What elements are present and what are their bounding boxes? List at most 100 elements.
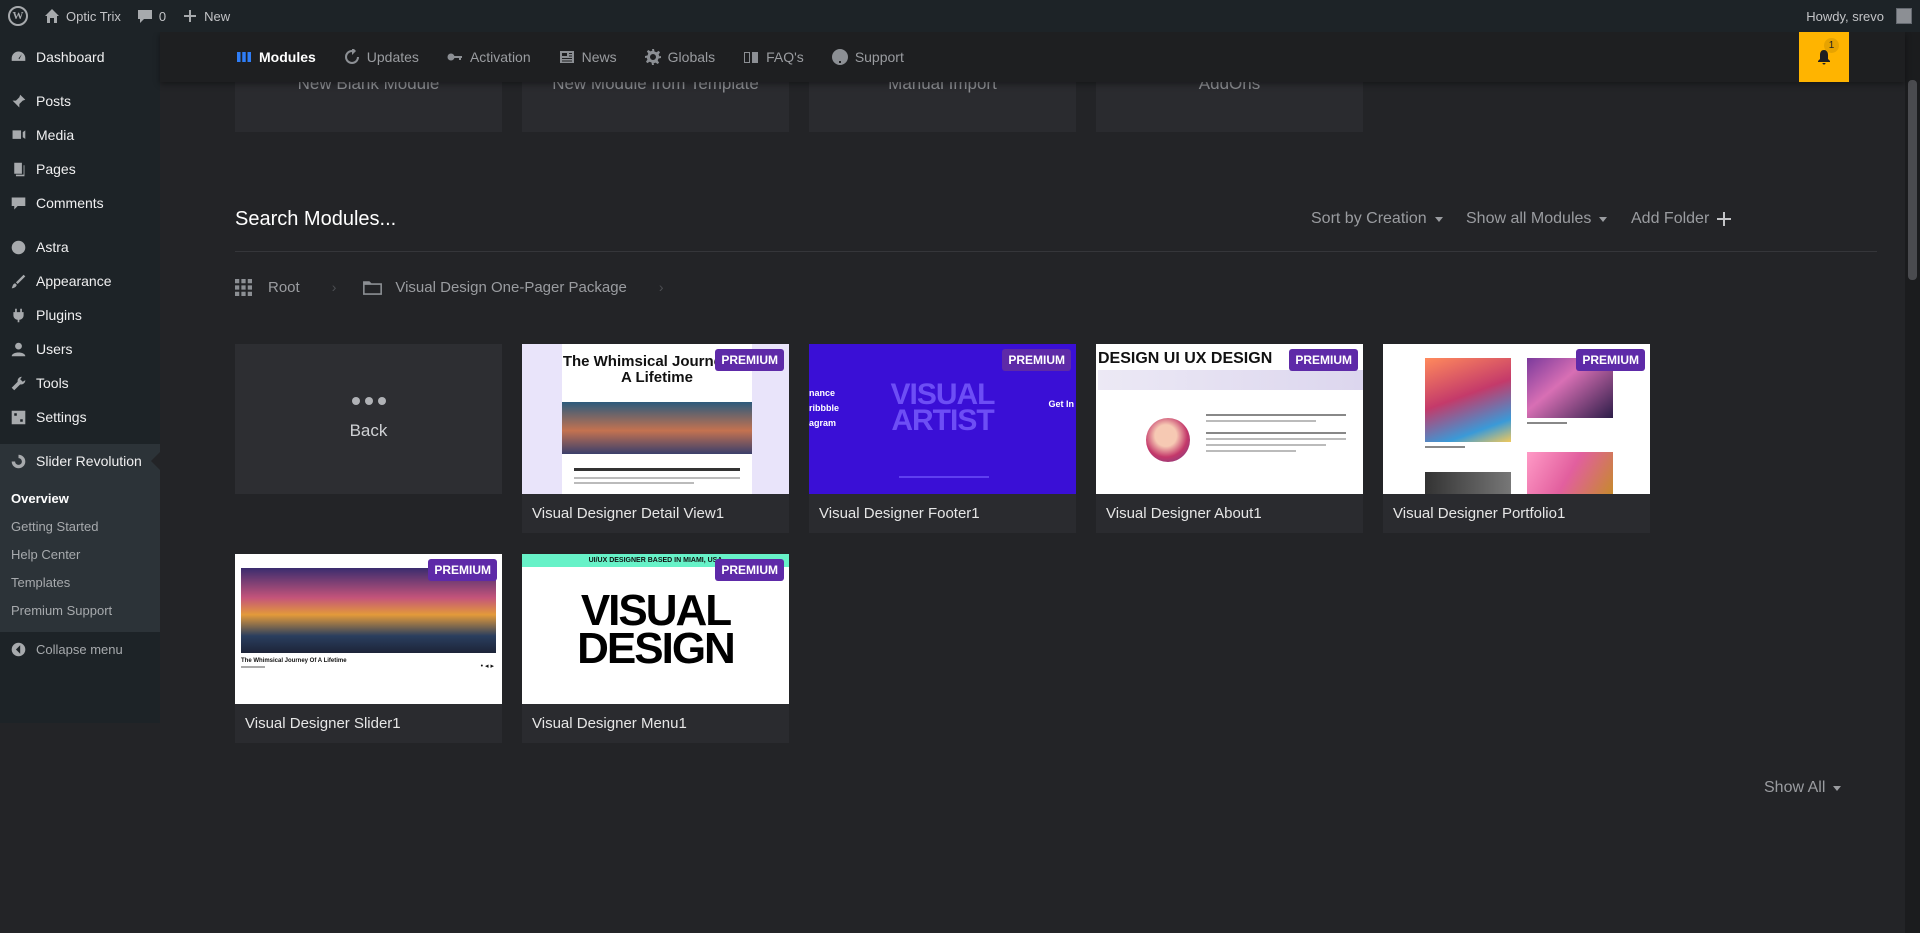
card-label: New Module from Template: [552, 82, 759, 93]
sort-label: Sort by Creation: [1311, 210, 1427, 227]
show-all-label: Show All: [1764, 779, 1826, 796]
refresh-icon: [344, 49, 359, 64]
site-name-link[interactable]: Optic Trix: [36, 0, 129, 32]
tab-activation[interactable]: Activation: [447, 49, 531, 65]
user-icon: [11, 342, 25, 356]
sidebar-item-tools[interactable]: Tools: [0, 366, 160, 400]
module-card[interactable]: PREMIUM Visual Designer Portfolio1: [1383, 344, 1650, 533]
new-blank-module-button[interactable]: New Blank Module: [235, 82, 502, 132]
sort-dropdown[interactable]: Sort by Creation: [1311, 210, 1443, 228]
submenu-templates[interactable]: Templates: [0, 568, 160, 596]
sidebar-item-label: Settings: [36, 409, 87, 425]
avatar: [1896, 8, 1912, 24]
sidebar-item-comments[interactable]: Comments: [0, 186, 160, 220]
submenu-overview[interactable]: Overview: [0, 484, 160, 512]
tab-modules[interactable]: Modules: [236, 49, 316, 65]
module-card[interactable]: UI/UX DESIGNER BASED IN MIAMI, USA VISUA…: [522, 554, 789, 743]
collapse-menu-button[interactable]: Collapse menu: [0, 632, 160, 666]
submenu-getting-started[interactable]: Getting Started: [0, 512, 160, 540]
sidebar-item-media[interactable]: Media: [0, 118, 160, 152]
module-search-bar: Search Modules... Sort by Creation Show …: [235, 204, 1877, 252]
plus-icon: [1717, 212, 1732, 226]
scrollbar-thumb[interactable]: [1908, 80, 1917, 280]
module-name: Visual Designer Menu1: [532, 715, 687, 732]
sidebar-item-label: Slider Revolution: [36, 453, 142, 469]
account-menu[interactable]: Howdy, srevo: [1798, 0, 1920, 32]
premium-badge: PREMIUM: [715, 559, 784, 581]
tab-globals[interactable]: Globals: [644, 49, 715, 65]
breadcrumb-folder[interactable]: Visual Design One-Pager Package: [395, 279, 627, 296]
module-thumbnail: UI/UX DESIGNER BASED IN MIAMI, USA VISUA…: [522, 554, 789, 704]
addons-button[interactable]: AddOns: [1096, 82, 1363, 132]
more-dots-icon: [351, 397, 386, 405]
comment-bubble-icon: [137, 10, 152, 23]
breadcrumb: Root › Visual Design One-Pager Package ›: [235, 272, 690, 302]
module-card[interactable]: nance ribbble agram Get In VISUAL ARTIST P…: [809, 344, 1076, 533]
comments-count: 0: [158, 8, 167, 24]
new-content-link[interactable]: New: [174, 0, 238, 32]
collapse-arrow-icon: [11, 642, 25, 656]
card-label: Manual Import: [888, 82, 997, 93]
premium-badge: PREMIUM: [1289, 349, 1358, 371]
submenu-premium-support[interactable]: Premium Support: [0, 596, 160, 624]
tab-faqs[interactable]: FAQ's: [743, 49, 804, 65]
thumb-title: DESIGN UI UX DESIGN: [1098, 350, 1273, 367]
new-label: New: [204, 8, 231, 24]
thumb-title: VISUAL ARTIST: [890, 378, 995, 437]
sidebar-item-astra[interactable]: Astra: [0, 230, 160, 264]
module-thumbnail: nance ribbble agram Get In VISUAL ARTIST P…: [809, 344, 1076, 494]
sidebar-item-label: Users: [36, 341, 73, 357]
add-folder-label: Add Folder: [1631, 210, 1710, 227]
module-card[interactable]: The Whimsical Journey Of A Lifetime PREM…: [522, 344, 789, 533]
admin-sidebar: Dashboard Posts Media Pages Comments Ast…: [0, 32, 160, 723]
search-modules-input[interactable]: Search Modules...: [235, 208, 396, 231]
show-all-dropdown[interactable]: Show All: [1764, 779, 1842, 797]
sidebar-item-dashboard[interactable]: Dashboard: [0, 40, 160, 74]
pages-icon: [13, 162, 24, 176]
module-card[interactable]: DESIGN UI UX DESIGN PREMIUM Visual Desig…: [1096, 344, 1363, 533]
breadcrumb-root[interactable]: Root: [268, 279, 300, 296]
tab-label: News: [581, 49, 617, 65]
help-circle-icon: [831, 49, 848, 65]
sidebar-item-label: Dashboard: [36, 49, 105, 65]
chevron-right-icon: ›: [658, 279, 664, 295]
tab-support[interactable]: Support: [831, 49, 904, 65]
plug-icon: [12, 308, 24, 322]
sidebar-item-settings[interactable]: Settings: [0, 400, 160, 434]
comments-link[interactable]: 0: [129, 0, 174, 32]
page-scrollbar[interactable]: [1905, 32, 1920, 933]
tab-news[interactable]: News: [559, 49, 617, 65]
main-content: New Blank Module New Module from Templat…: [160, 82, 1905, 933]
back-button[interactable]: Back: [235, 344, 502, 494]
notifications-button[interactable]: 1: [1799, 32, 1849, 82]
brush-icon: [11, 274, 25, 288]
add-folder-button[interactable]: Add Folder: [1631, 210, 1732, 228]
tab-updates[interactable]: Updates: [344, 49, 419, 65]
sidebar-item-slider-revolution[interactable]: Slider Revolution: [0, 444, 160, 478]
sidebar-item-appearance[interactable]: Appearance: [0, 264, 160, 298]
wordpress-logo-button[interactable]: W: [0, 0, 36, 32]
thumb-title: VISUAL DESIGN: [577, 586, 736, 673]
module-thumbnail: The Whimsical Journey Of A Lifetime • ◂ …: [235, 554, 502, 704]
comments-icon: [11, 197, 25, 209]
sidebar-item-pages[interactable]: Pages: [0, 152, 160, 186]
book-icon: [744, 52, 759, 63]
sidebar-item-plugins[interactable]: Plugins: [0, 298, 160, 332]
tab-label: Activation: [469, 49, 531, 65]
premium-badge: PREMIUM: [1576, 349, 1645, 371]
new-module-from-template-button[interactable]: New Module from Template: [522, 82, 789, 132]
sidebar-item-posts[interactable]: Posts: [0, 84, 160, 118]
sidebar-item-users[interactable]: Users: [0, 332, 160, 366]
premium-badge: PREMIUM: [428, 559, 497, 581]
plus-icon: [184, 10, 197, 22]
chevron-right-icon: ›: [331, 279, 337, 295]
pin-icon: [11, 94, 25, 108]
manual-import-button[interactable]: Manual Import: [809, 82, 1076, 132]
module-card[interactable]: The Whimsical Journey Of A Lifetime • ◂ …: [235, 554, 502, 743]
submenu-help-center[interactable]: Help Center: [0, 540, 160, 568]
filter-dropdown[interactable]: Show all Modules: [1466, 210, 1608, 228]
sidebar-item-label: Astra: [36, 239, 69, 255]
sidebar-item-label: Media: [36, 127, 75, 143]
module-thumbnail: DESIGN UI UX DESIGN PREMIUM: [1096, 344, 1363, 494]
sidebar-item-label: Posts: [36, 93, 72, 109]
